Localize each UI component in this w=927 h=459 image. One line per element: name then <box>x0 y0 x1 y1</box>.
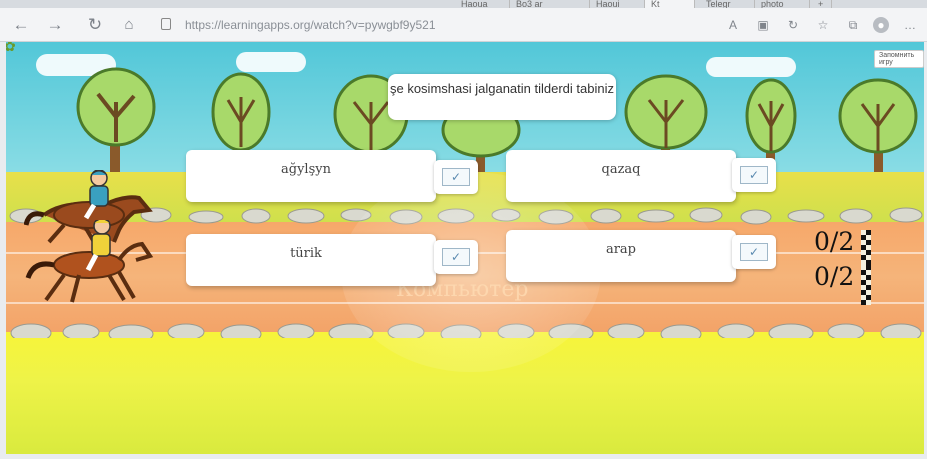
reload-icon[interactable]: ↻ <box>84 14 106 36</box>
lock-icon <box>161 18 171 30</box>
score-player-2: 0/2 <box>814 262 855 291</box>
profile-icon[interactable]: ● <box>873 17 889 33</box>
browser-tab[interactable]: photo <box>755 0 810 8</box>
answer-card[interactable]: qazaq <box>506 150 736 202</box>
answer-card[interactable]: türik <box>186 234 436 286</box>
question-card: şe kosimshasi jalganatin tilderdi tabini… <box>388 74 616 120</box>
finish-flag-icon <box>861 265 871 305</box>
learningapps-game: Компьютер ✿ Запомнить игру şe kosimshasi… <box>6 42 924 454</box>
browser-tab[interactable]: Haoua <box>455 0 510 8</box>
extension-icon[interactable]: ▣ <box>755 17 771 33</box>
read-aloud-icon[interactable]: A <box>725 17 741 33</box>
answer-label: arap <box>605 242 637 257</box>
answer-label: qazaq <box>601 162 641 177</box>
check-icon: ✓ <box>740 243 768 261</box>
tab-strip: Haoua Bo3 ar Haoui Kt Telegr photo + <box>0 0 927 8</box>
cloud <box>236 52 306 72</box>
answer-label: türik <box>290 246 322 261</box>
horse-rider-yellow-icon <box>25 220 154 303</box>
browser-tab-active[interactable]: Kt <box>645 0 695 8</box>
back-icon[interactable]: ← <box>10 14 32 36</box>
check-icon: ✓ <box>442 168 470 186</box>
cloud <box>706 57 796 77</box>
browser-tab[interactable]: Haoui <box>590 0 645 8</box>
answer-check-button[interactable]: ✓ <box>434 160 478 194</box>
address-bar[interactable]: https://learningapps.org/watch?v=pywgbf9… <box>155 16 715 36</box>
answer-card[interactable]: ağylşyn <box>186 150 436 202</box>
score-player-1: 0/2 <box>814 227 855 256</box>
leaf-icon: ✿ <box>6 42 16 54</box>
check-icon: ✓ <box>442 248 470 266</box>
finish-flag-icon <box>861 230 871 270</box>
favorites-icon[interactable]: ☆ <box>815 17 831 33</box>
tree-icon <box>838 78 918 181</box>
fullscreen-button[interactable]: Запомнить игру <box>874 50 924 68</box>
answer-check-button[interactable]: ✓ <box>732 235 776 269</box>
more-icon[interactable]: … <box>902 17 918 33</box>
check-icon: ✓ <box>740 166 768 184</box>
answer-label: ağylşyn <box>281 162 331 177</box>
answer-check-button[interactable]: ✓ <box>434 240 478 274</box>
refresh-icon[interactable]: ↻ <box>785 17 801 33</box>
url-text: https://learningapps.org/watch?v=pywgbf9… <box>185 18 436 32</box>
answer-check-button[interactable]: ✓ <box>732 158 776 192</box>
browser-tab[interactable]: Bo3 ar <box>510 0 590 8</box>
forward-icon[interactable]: → <box>44 14 66 36</box>
tree-icon <box>76 67 156 182</box>
home-icon[interactable]: ⌂ <box>118 14 140 36</box>
answer-card[interactable]: arap <box>506 230 736 282</box>
browser-tab[interactable]: Telegr <box>700 0 755 8</box>
collections-icon[interactable]: ⧉ <box>845 17 861 33</box>
new-tab-button[interactable]: + <box>812 0 832 8</box>
browser-toolbar: ← → ↻ ⌂ https://learningapps.org/watch?v… <box>0 8 927 42</box>
